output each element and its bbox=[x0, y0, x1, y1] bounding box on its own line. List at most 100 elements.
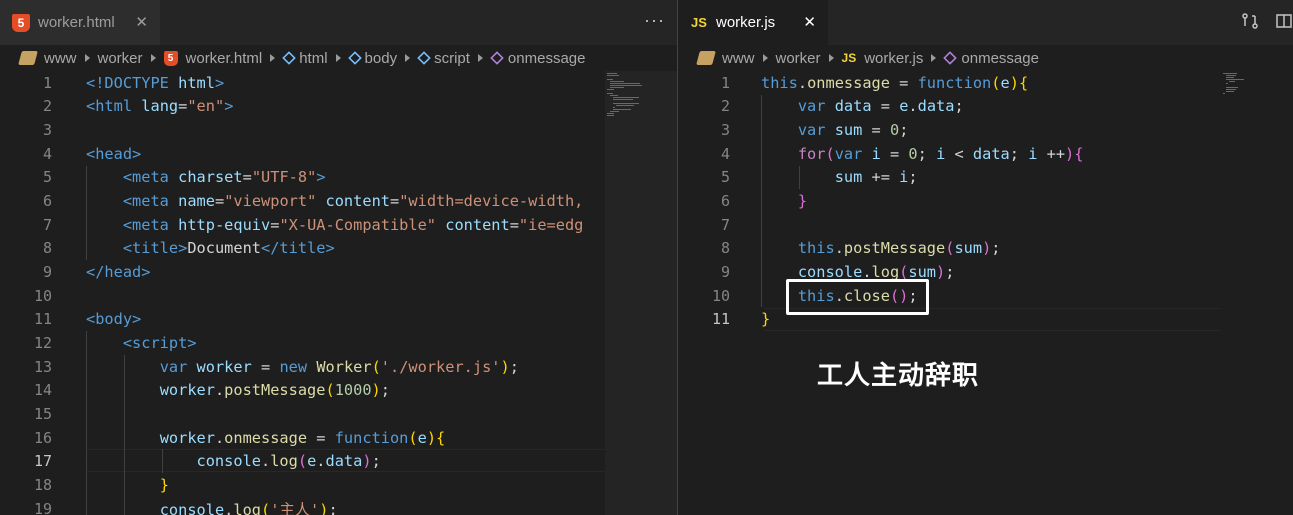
code-token: http-equiv bbox=[178, 215, 271, 234]
code-token: ++ bbox=[1037, 144, 1066, 163]
split-editor-icon[interactable] bbox=[1275, 12, 1293, 30]
more-actions-icon[interactable]: ··· bbox=[644, 10, 665, 31]
code-line[interactable]: 6 <meta name="viewport" content="width=d… bbox=[0, 189, 677, 213]
minimap-line bbox=[1226, 89, 1236, 90]
code-line[interactable]: 5 <meta charset="UTF-8"> bbox=[0, 166, 677, 190]
element-icon bbox=[347, 51, 362, 65]
minimap-line bbox=[1223, 93, 1225, 94]
chevron-right-icon bbox=[762, 54, 768, 62]
line-number: 11 bbox=[711, 310, 730, 329]
code-text: this.onmessage = function(e){ bbox=[761, 74, 1028, 92]
code-line[interactable]: 19 console.log('主人'); bbox=[0, 497, 677, 515]
code-line[interactable]: 14 worker.postMessage(1000); bbox=[0, 378, 677, 402]
code-token: ; bbox=[991, 239, 1001, 258]
code-editor[interactable]: 1 this.onmessage = function(e){2 var data… bbox=[678, 71, 1293, 515]
code-line[interactable]: 9 </head> bbox=[0, 260, 677, 284]
code-line[interactable]: 3 bbox=[0, 118, 677, 142]
code-token: = bbox=[178, 97, 188, 116]
code-text: console.log(e.data); bbox=[86, 452, 381, 470]
code-token: ) bbox=[1009, 73, 1019, 92]
code-token: data bbox=[917, 97, 955, 116]
tab-worker-js[interactable]: JS worker.js ✕ bbox=[678, 0, 828, 45]
minimap-slider[interactable] bbox=[605, 71, 677, 515]
code-line[interactable]: 8 <title>Document</title> bbox=[0, 237, 677, 261]
code-editor[interactable]: 1 <!DOCTYPE html> 2 <html lang="en"> 3 4 <head… bbox=[0, 71, 677, 515]
breadcrumb-item[interactable]: html bbox=[282, 50, 328, 67]
code-line[interactable]: 5 sum += i; bbox=[678, 166, 1293, 190]
code-token: = bbox=[242, 168, 252, 187]
breadcrumb-item[interactable]: worker bbox=[776, 50, 821, 67]
code-token: data bbox=[325, 452, 363, 471]
code-line[interactable]: 1 this.onmessage = function(e){ bbox=[678, 71, 1293, 95]
breadcrumb-item[interactable]: worker bbox=[98, 50, 143, 67]
code-line[interactable]: 6 } bbox=[678, 189, 1293, 213]
code-token: <body> bbox=[86, 310, 142, 329]
code-text: for(var i = 0; i < data; i ++){ bbox=[761, 144, 1084, 163]
code-line[interactable]: 3 var sum = 0; bbox=[678, 118, 1293, 142]
minimap[interactable] bbox=[605, 71, 677, 515]
code-line[interactable]: 11 <body> bbox=[0, 308, 677, 332]
code-line[interactable]: 10 bbox=[0, 284, 677, 308]
code-token: log bbox=[233, 500, 262, 515]
code-token: > bbox=[224, 97, 234, 116]
minimap-line bbox=[610, 95, 618, 96]
tab-worker-html[interactable]: 5 worker.html ✕ bbox=[0, 0, 160, 45]
breadcrumb-item[interactable]: onmessage bbox=[943, 50, 1039, 67]
open-changes-icon[interactable] bbox=[1241, 12, 1259, 30]
code-token: e bbox=[307, 452, 317, 471]
breadcrumb-item[interactable]: www bbox=[18, 50, 77, 67]
code-line[interactable]: 7 <meta http-equiv = "X-UA-Compatible" con… bbox=[0, 213, 677, 237]
code-line[interactable]: 18 } bbox=[0, 473, 677, 497]
code-line[interactable]: 1 <!DOCTYPE html> bbox=[0, 71, 677, 95]
code-line[interactable]: 10 this.close(); bbox=[678, 284, 1293, 308]
code-token: worker bbox=[196, 357, 252, 376]
code-text: <title>Document</title> bbox=[86, 239, 335, 257]
code-token: for bbox=[797, 144, 826, 163]
code-token: ( bbox=[261, 500, 271, 515]
code-line[interactable]: 7 bbox=[678, 213, 1293, 237]
breadcrumb-item[interactable]: script bbox=[417, 50, 470, 67]
code-text: } bbox=[761, 310, 770, 328]
code-token: ; bbox=[371, 452, 381, 471]
code-token: e bbox=[1000, 73, 1010, 92]
close-tab-icon[interactable]: ✕ bbox=[135, 13, 148, 31]
code-token: . bbox=[316, 452, 326, 471]
code-line[interactable]: 16 worker.onmessage = function(e){ bbox=[0, 426, 677, 450]
code-line[interactable]: 8 this.postMessage(sum); bbox=[678, 237, 1293, 261]
code-line[interactable]: 11} bbox=[678, 308, 1293, 332]
code-text: } bbox=[86, 476, 169, 494]
minimap[interactable] bbox=[1221, 71, 1293, 515]
breadcrumb-item[interactable]: www bbox=[696, 50, 755, 67]
breadcrumb-item[interactable]: 5 worker.html bbox=[163, 50, 262, 67]
code-token: new bbox=[279, 357, 308, 376]
close-tab-icon[interactable]: ✕ bbox=[803, 13, 816, 31]
line-number: 12 bbox=[33, 333, 52, 352]
line-number: 7 bbox=[720, 215, 730, 234]
code-token: var bbox=[159, 357, 188, 376]
code-line[interactable]: 13 var worker = new Worker('./worker.js'… bbox=[0, 355, 677, 379]
code-token: var bbox=[834, 144, 863, 163]
minimap-line bbox=[1226, 91, 1234, 92]
code-line[interactable]: 9 console.log(sum); bbox=[678, 260, 1293, 284]
code-token: = bbox=[880, 144, 909, 163]
code-line[interactable]: 4 <head> bbox=[0, 142, 677, 166]
code-line[interactable]: 2 <html lang="en"> bbox=[0, 95, 677, 119]
code-line[interactable]: 17 console.log(e.data); bbox=[0, 449, 677, 473]
breadcrumb-item[interactable]: body bbox=[347, 50, 397, 67]
minimap-line bbox=[607, 113, 614, 114]
code-line[interactable]: 15 bbox=[0, 402, 677, 426]
code-line[interactable]: 4 for(var i = 0; i < data; i ++){ bbox=[678, 142, 1293, 166]
line-number: 9 bbox=[42, 263, 52, 281]
code-line[interactable]: 2 var data = e.data; bbox=[678, 95, 1293, 119]
breadcrumb-item[interactable]: JS worker.js bbox=[842, 50, 924, 67]
code-token: <!DOCTYPE bbox=[86, 73, 169, 92]
code-token: ) bbox=[371, 381, 381, 400]
code-token: . bbox=[224, 500, 234, 515]
code-line[interactable]: 12 <script> bbox=[0, 331, 677, 355]
breadcrumb-item[interactable]: onmessage bbox=[490, 50, 585, 67]
